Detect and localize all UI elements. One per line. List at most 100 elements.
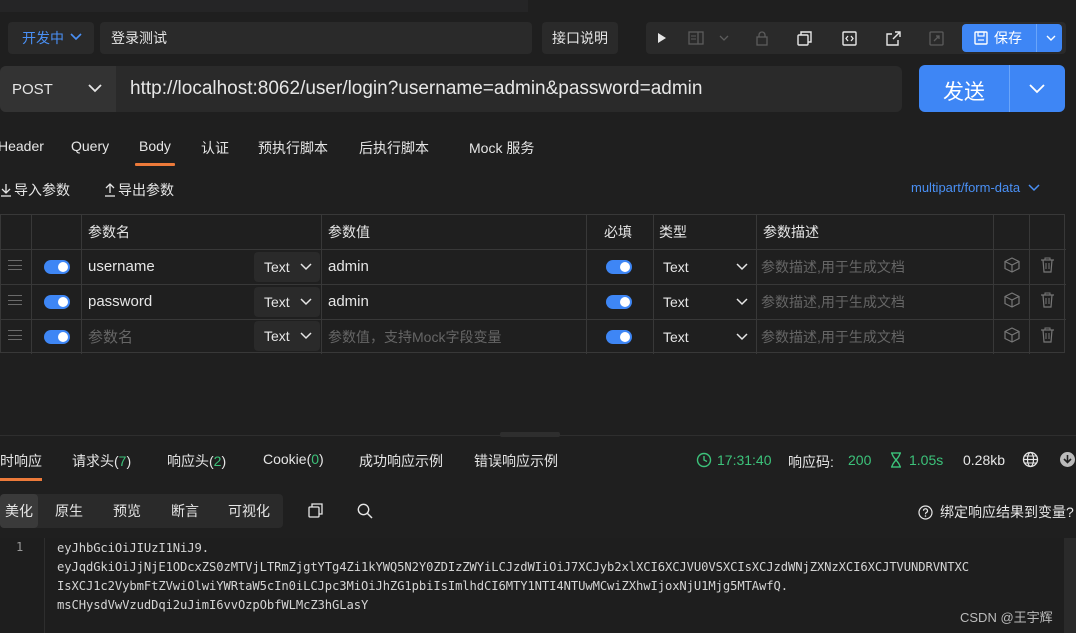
required-toggle[interactable]	[606, 260, 632, 274]
response-size: 0.28kb	[963, 452, 1006, 468]
drag-handle-icon[interactable]	[8, 330, 22, 340]
copy-icon[interactable]	[788, 22, 820, 54]
description-input[interactable]: 参数描述,用于生成文档	[761, 284, 905, 319]
status-select[interactable]: 开发中	[8, 22, 94, 54]
view-mode-preview[interactable]: 预览	[104, 494, 150, 528]
drag-handle-icon[interactable]	[8, 295, 22, 305]
download-icon[interactable]	[1059, 451, 1076, 471]
code-line: eyJhbGciOiJIUzI1NiJ9.	[57, 541, 209, 555]
description-input[interactable]: 参数描述,用于生成文档	[761, 249, 905, 284]
export-params-button[interactable]: 导出参数	[104, 180, 174, 200]
tab-body[interactable]: Body	[135, 138, 175, 166]
text-type-select[interactable]: Text	[254, 287, 320, 317]
scrollbar[interactable]	[1064, 538, 1076, 633]
globe-icon[interactable]	[1022, 451, 1039, 471]
cube-icon[interactable]	[1004, 327, 1020, 346]
lock-icon[interactable]	[746, 22, 778, 54]
trash-icon[interactable]	[1040, 292, 1055, 311]
tab-header[interactable]: Header	[0, 138, 44, 154]
view-mode-visualize[interactable]: 可视化	[220, 494, 278, 528]
tab-request-headers[interactable]: 请求头(7)	[72, 451, 131, 471]
status-code-label: 响应码:	[788, 454, 834, 470]
tab-realtime-response[interactable]: 时响应	[0, 451, 42, 481]
tab-response-headers[interactable]: 响应头(2)	[167, 451, 226, 471]
tab-cookie[interactable]: Cookie(0)	[263, 451, 324, 467]
tab-success-example[interactable]: 成功响应示例	[359, 451, 443, 471]
api-name-input[interactable]: 登录测试	[100, 22, 532, 54]
chevron-down-icon[interactable]	[1009, 65, 1065, 112]
history-icon[interactable]	[920, 22, 952, 54]
response-body-viewer[interactable]: 1 eyJhbGciOiJIUzI1NiJ9. eyJqdGkiOiJjNjE1…	[0, 538, 1076, 633]
tab-post-script[interactable]: 后执行脚本	[359, 138, 429, 158]
import-params-button[interactable]: 导入参数	[0, 180, 70, 200]
type-select[interactable]: Text	[663, 249, 751, 284]
code-line: msCHysdVwVzudDqi2uJimI6vvOzpObfWLMcZ3hGL…	[57, 598, 369, 612]
tab-query[interactable]: Query	[71, 138, 109, 154]
view-mode-assert[interactable]: 断言	[162, 494, 208, 528]
view-mode-raw[interactable]: 原生	[46, 494, 92, 528]
code-line: eyJqdGkiOiJjNjE1ODcxZS0zMTVjLTRmZjgtYTg4…	[57, 560, 969, 574]
tab-pre-script[interactable]: 预执行脚本	[258, 138, 328, 158]
text-type-select[interactable]: Text	[254, 321, 320, 351]
duration: 1.05s	[890, 452, 943, 468]
tab-label: 响应头(	[167, 453, 214, 469]
param-value-input[interactable]: 参数值，支持Mock字段变量	[328, 319, 501, 354]
code-icon[interactable]	[833, 22, 865, 54]
response-tabs: 时响应 请求头(7) 响应头(2) Cookie(0) 成功响应示例 错误响应示…	[0, 442, 1076, 482]
description-input[interactable]: 参数描述,用于生成文档	[761, 319, 905, 354]
type-select[interactable]: Text	[663, 319, 751, 354]
method-select[interactable]: POST	[0, 66, 116, 112]
send-button[interactable]: 发送	[919, 65, 1065, 112]
enable-toggle[interactable]	[44, 330, 70, 344]
chevron-down-icon	[88, 78, 102, 101]
param-value-cell[interactable]: admin	[328, 249, 369, 284]
window-tab-strip	[0, 0, 1076, 12]
api-doc-button[interactable]: 接口说明	[542, 22, 618, 54]
response-time: 17:31:40	[696, 452, 772, 468]
type-label: Text	[663, 293, 689, 310]
header-param-value: 参数值	[328, 224, 370, 240]
share-icon[interactable]	[877, 22, 909, 54]
required-toggle[interactable]	[606, 330, 632, 344]
drag-handle-icon[interactable]	[8, 260, 22, 270]
chevron-down-icon[interactable]	[708, 22, 740, 54]
chevron-down-icon	[300, 259, 312, 278]
enable-toggle[interactable]	[44, 295, 70, 309]
trash-icon[interactable]	[1040, 327, 1055, 346]
params-toolbar: 导入参数 导出参数 multipart/form-data	[0, 172, 1076, 206]
copy-icon[interactable]	[308, 503, 323, 521]
trash-icon[interactable]	[1040, 257, 1055, 276]
save-button[interactable]: 保存	[962, 24, 1062, 52]
tab-label: Cookie(	[263, 451, 312, 467]
active-window-tab[interactable]	[528, 0, 1076, 12]
export-label: 导出参数	[118, 182, 174, 198]
run-icon[interactable]	[646, 22, 678, 54]
param-name-cell[interactable]: password	[88, 284, 152, 319]
resize-handle[interactable]	[500, 432, 560, 437]
cube-icon[interactable]	[1004, 257, 1020, 276]
import-icon	[0, 183, 12, 197]
tab-mock[interactable]: Mock 服务	[469, 138, 534, 158]
url-input[interactable]: http://localhost:8062/user/login?usernam…	[130, 66, 702, 112]
enable-toggle[interactable]	[44, 260, 70, 274]
search-icon[interactable]	[357, 503, 373, 522]
import-label: 导入参数	[14, 182, 70, 198]
body-type-select[interactable]: multipart/form-data	[911, 180, 1040, 195]
request-tabs: Header Query Body 认证 预执行脚本 后执行脚本 Mock 服务	[0, 128, 1076, 168]
required-toggle[interactable]	[606, 295, 632, 309]
cube-icon[interactable]	[1004, 292, 1020, 311]
view-mode-pretty[interactable]: 美化	[0, 494, 38, 528]
tab-auth[interactable]: 认证	[201, 138, 229, 158]
bind-response-variable[interactable]: 绑定响应结果到变量?	[918, 502, 1074, 522]
param-name-input[interactable]: 参数名	[88, 319, 133, 354]
text-type-select[interactable]: Text	[254, 252, 320, 282]
duration-value: 1.05s	[909, 452, 944, 468]
api-header: 开发中 登录测试 接口说明 保存	[0, 12, 1076, 62]
status-code: 200	[848, 452, 872, 468]
type-select[interactable]: Text	[663, 284, 751, 319]
param-value-cell[interactable]: admin	[328, 284, 369, 319]
param-name-cell[interactable]: username	[88, 249, 155, 284]
chevron-down-icon[interactable]	[1042, 24, 1060, 52]
tab-error-example[interactable]: 错误响应示例	[474, 451, 558, 471]
text-type-label: Text	[264, 259, 290, 275]
